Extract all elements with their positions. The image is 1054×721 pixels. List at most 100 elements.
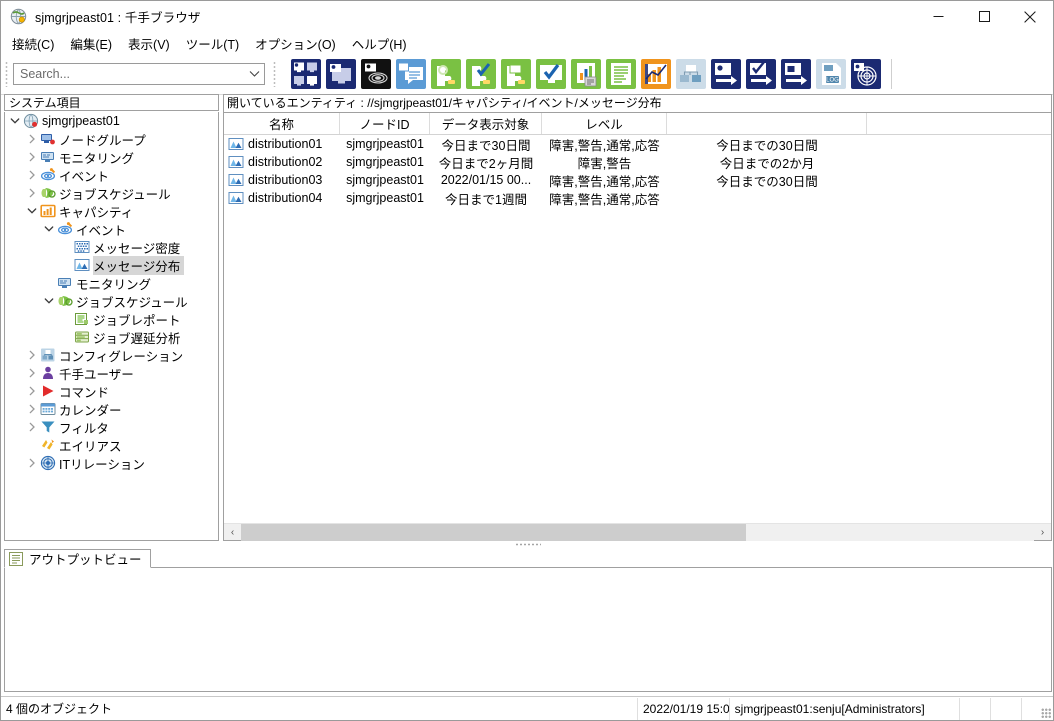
chevron-down-icon[interactable] [25,203,39,219]
tab-output-view[interactable]: アウトプットビュー [4,549,151,568]
sidebar-item-8[interactable]: メッセージ分布 [5,255,218,275]
table-cell: 今日までの30日間 [667,171,867,189]
capacity-icon[interactable] [640,58,672,90]
resize-grip[interactable] [1041,708,1051,718]
status-object-count: 4 個のオブジェクト [1,697,638,720]
table-cell-text: 今日まで30日間 [441,138,531,153]
chevron-down-icon[interactable] [42,293,56,309]
event-icon[interactable] [360,58,392,90]
splitter-grip[interactable] [515,543,541,546]
toolbar-grip-left[interactable] [5,61,8,87]
sidebar-item-15[interactable]: コマンド [5,382,218,400]
chevron-down-icon[interactable] [8,113,22,129]
sidebar-item-0[interactable]: sjmgrjpeast01 [5,112,218,130]
it-relation-icon[interactable] [850,58,882,90]
menu-view[interactable]: 表示(V) [120,32,178,55]
sidebar-item-label: コンフィグレーション [59,349,184,364]
chevron-down-icon[interactable] [244,70,264,78]
expander-placeholder [59,311,73,327]
sidebar-item-11[interactable]: ジョブレポート [5,310,218,328]
sidebar-item-2[interactable]: モニタリング [5,148,218,166]
table-cell: distribution03 [224,171,340,189]
sidebar-item-17[interactable]: フィルタ [5,418,218,436]
table-row[interactable]: distribution01 sjmgrjpeast01 今日まで30日間 障害,警告… [224,135,1051,153]
minimize-button[interactable] [915,1,961,32]
table-row[interactable]: distribution04 sjmgrjpeast01 今日まで1週間 障害,警告,… [224,189,1051,207]
node-group-icon[interactable] [290,58,322,90]
menu-tools[interactable]: ツール(T) [178,32,247,55]
sidebar-item-5[interactable]: キャパシティ [5,202,218,220]
message-icon[interactable] [395,58,427,90]
chevron-right-icon[interactable] [25,185,39,201]
table-column-header-4[interactable] [667,113,867,134]
sidebar-item-label: ジョブスケジュール [76,295,188,310]
job-report-icon[interactable] [605,58,637,90]
sidebar-item-7[interactable]: メッセージ密度 [5,238,218,256]
search-box[interactable] [13,63,265,85]
sidebar-item-1[interactable]: ノードグループ [5,130,218,148]
job-monitor-icon[interactable] [500,58,532,90]
scroll-track[interactable] [241,523,1034,541]
sidebar-item-18[interactable]: エイリアス [5,436,218,454]
sidebar-item-16[interactable]: カレンダー [5,400,218,418]
chevron-right-icon[interactable] [25,131,39,147]
table-column-header-0[interactable]: 名称 [224,113,340,134]
sidebar-item-13[interactable]: コンフィグレーション [5,346,218,364]
table-column-header-2[interactable]: データ表示対象 [430,113,542,134]
chevron-right-icon[interactable] [25,149,39,165]
sidebar-item-6[interactable]: イベント [5,220,218,238]
sidebar-item-9[interactable]: モニタリング [5,274,218,292]
sidebar-item-4[interactable]: ジョブスケジュール [5,184,218,202]
system-tree[interactable]: sjmgrjpeast01 ノードグループ モニタリング イベント ジョブスケジュールキ… [4,112,219,541]
chevron-right-icon[interactable] [25,419,39,435]
chevron-right-icon[interactable] [25,347,39,363]
output-content[interactable] [4,568,1052,692]
table-cell-text: 障害,警告,通常,応答 [549,138,660,153]
chevron-down-icon[interactable] [42,221,56,237]
table-cell: 今日まで2ヶ月間 [430,153,542,171]
job-schedule-icon[interactable] [430,58,462,90]
sidebar-item-10[interactable]: ジョブスケジュール [5,292,218,310]
sidebar-item-19[interactable]: ITリレーション [5,454,218,472]
expander-placeholder [42,275,56,291]
horizontal-scrollbar[interactable]: ‹ › [224,523,1051,541]
menu-connect[interactable]: 接続(C) [4,32,62,55]
chevron-right-icon[interactable] [25,383,39,399]
toolbar-buttons: LOG [290,58,892,90]
monitoring-icon[interactable] [325,58,357,90]
table-body[interactable]: distribution01 sjmgrjpeast01 今日まで30日間 障害,警告… [224,135,1051,207]
maximize-button[interactable] [961,1,1007,32]
export-node-icon[interactable] [710,58,742,90]
menu-edit[interactable]: 編集(E) [62,32,120,55]
sidebar-item-label: 千手ユーザー [59,367,134,382]
table-column-header-1[interactable]: ノードID [340,113,430,134]
chevron-right-icon[interactable] [25,401,39,417]
monitor-check-icon[interactable] [535,58,567,90]
sidebar-item-3[interactable]: イベント [5,166,218,184]
chevron-right-icon[interactable] [25,167,39,183]
table-column-header-3[interactable]: レベル [542,113,667,134]
chevron-right-icon[interactable] [25,365,39,381]
sidebar-item-14[interactable]: 千手ユーザー [5,364,218,382]
filter-icon [39,419,56,435]
table-cell: 今日までの2か月 [667,153,867,171]
table-row[interactable]: distribution02 sjmgrjpeast01 今日まで2ヶ月間 障害,警告… [224,153,1051,171]
chevron-right-icon[interactable] [25,455,39,471]
job-check-icon[interactable] [465,58,497,90]
export-check-icon[interactable] [745,58,777,90]
table-cell-text: 今日までの30日間 [716,174,818,189]
search-input[interactable] [14,64,244,84]
configuration-icon[interactable] [675,58,707,90]
scroll-left-arrow[interactable]: ‹ [224,524,241,541]
sidebar-item-12[interactable]: ジョブ遅延分析 [5,328,218,346]
log-icon[interactable]: LOG [815,58,847,90]
table-row[interactable]: distribution03 sjmgrjpeast01 2022/01/15 00… [224,171,1051,189]
menu-help[interactable]: ヘルプ(H) [344,32,415,55]
export-monitor-icon[interactable] [780,58,812,90]
menu-options[interactable]: オプション(O) [247,32,344,55]
close-button[interactable] [1007,1,1053,32]
scroll-thumb[interactable] [241,523,746,541]
toolbar-grip-right[interactable] [273,61,276,87]
scroll-right-arrow[interactable]: › [1034,524,1051,541]
capacity-report-icon[interactable] [570,58,602,90]
